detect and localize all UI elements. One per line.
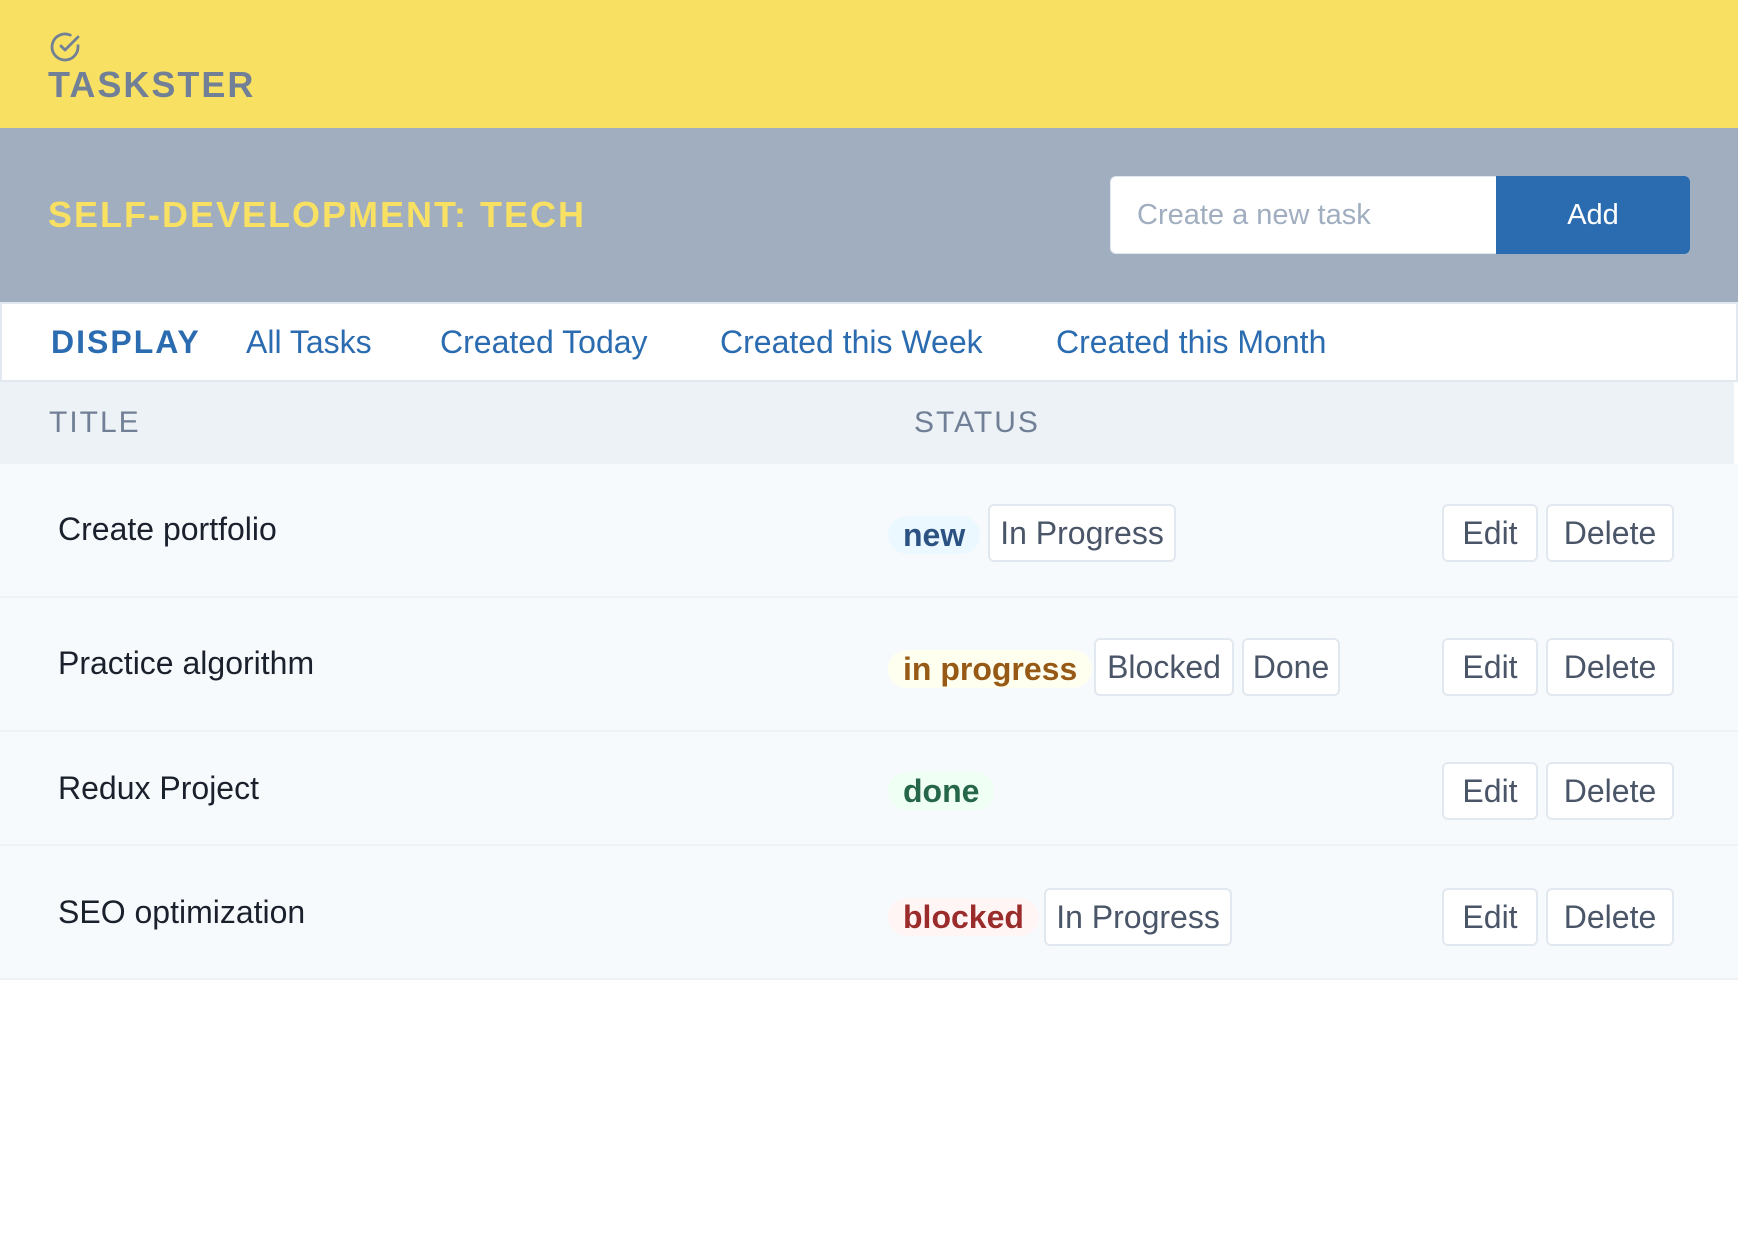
task-title: Create portfolio	[58, 511, 277, 547]
task-title: Practice algorithm	[58, 645, 315, 681]
filter-all-tasks[interactable]: All Tasks	[246, 324, 372, 361]
status-in-progress-button[interactable]: In Progress	[1044, 888, 1232, 946]
table-header: TITLE STATUS	[0, 382, 1734, 464]
edit-button[interactable]: Edit	[1442, 888, 1538, 946]
table-row: Practice algorithm in progress Blocked D…	[0, 598, 1738, 732]
task-title: Redux Project	[58, 770, 259, 806]
column-header-status: STATUS	[914, 406, 1040, 439]
status-badge: done	[888, 772, 995, 810]
edit-button[interactable]: Edit	[1442, 504, 1538, 562]
edit-button[interactable]: Edit	[1442, 638, 1538, 696]
delete-button[interactable]: Delete	[1546, 762, 1674, 820]
top-bar: TASKSTER	[0, 0, 1738, 128]
status-badge: in progress	[888, 650, 1093, 688]
delete-button[interactable]: Delete	[1546, 638, 1674, 696]
status-blocked-button[interactable]: Blocked	[1094, 638, 1234, 696]
project-header: SELF-DEVELOPMENT: TECH Add	[0, 128, 1738, 302]
task-title: SEO optimization	[58, 894, 306, 930]
table-row: Redux Project done Edit Delete	[0, 732, 1738, 846]
filter-created-this-month[interactable]: Created this Month	[1056, 324, 1326, 361]
check-circle-icon	[50, 32, 80, 62]
table-row: SEO optimization blocked In Progress Edi…	[0, 846, 1738, 980]
filter-created-this-week[interactable]: Created this Week	[720, 324, 983, 361]
delete-button[interactable]: Delete	[1546, 888, 1674, 946]
filter-created-today[interactable]: Created Today	[440, 324, 648, 361]
status-done-button[interactable]: Done	[1242, 638, 1340, 696]
table-row: Create portfolio new In Progress Edit De…	[0, 464, 1738, 598]
app-name: TASKSTER	[48, 64, 256, 105]
column-header-title: TITLE	[49, 406, 141, 439]
status-in-progress-button[interactable]: In Progress	[988, 504, 1176, 562]
delete-button[interactable]: Delete	[1546, 504, 1674, 562]
display-filter-bar: DISPLAY All Tasks Created Today Created …	[0, 302, 1738, 382]
brand[interactable]: TASKSTER	[48, 30, 255, 106]
edit-button[interactable]: Edit	[1442, 762, 1538, 820]
add-task-button[interactable]: Add	[1496, 176, 1690, 254]
display-label: DISPLAY	[51, 324, 201, 360]
status-badge: blocked	[888, 898, 1039, 936]
project-title: SELF-DEVELOPMENT: TECH	[48, 194, 587, 235]
status-badge: new	[888, 516, 981, 554]
new-task-input[interactable]	[1110, 176, 1497, 254]
